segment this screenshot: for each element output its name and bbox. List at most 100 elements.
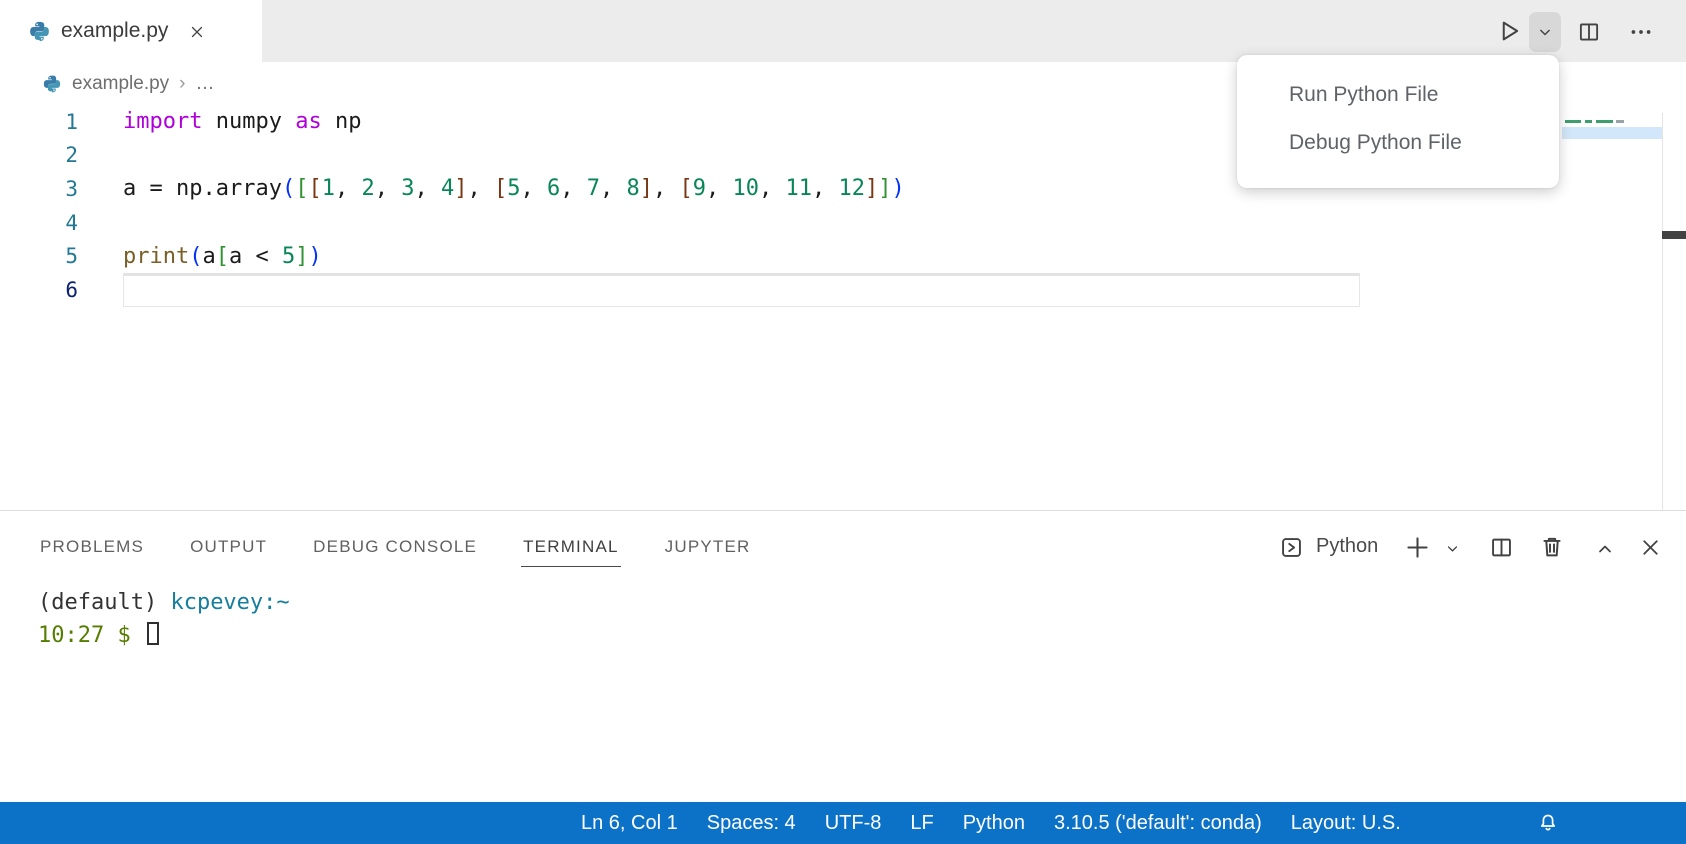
terminal-cursor: [147, 622, 159, 645]
code-token: ): [891, 176, 904, 201]
tab-example-py[interactable]: example.py: [0, 0, 262, 62]
terminal-profile-dropdown[interactable]: [1443, 539, 1462, 558]
minimap-code-mark: [1585, 120, 1592, 123]
code-token: 1: [322, 176, 335, 201]
panel-tab-jupyter[interactable]: JUPYTER: [663, 527, 753, 567]
code-token: ,: [375, 176, 402, 201]
code-token: ,: [600, 176, 627, 201]
run-menu-item[interactable]: Run Python File: [1237, 71, 1559, 119]
new-terminal-button[interactable]: [1403, 533, 1432, 562]
run-button[interactable]: [1495, 17, 1523, 45]
terminal-shell-label[interactable]: Python: [1316, 535, 1378, 558]
chevron-down-icon: [1443, 539, 1462, 558]
code-line[interactable]: 4: [0, 206, 1686, 240]
status-language-mode[interactable]: Python: [963, 812, 1025, 835]
breadcrumb: example.py › …: [42, 62, 215, 106]
split-terminal-icon: [1488, 534, 1515, 561]
chevron-down-icon: [1535, 22, 1555, 42]
code-token: ]: [295, 244, 308, 269]
run-menu-item[interactable]: Debug Python File: [1237, 119, 1559, 167]
notifications-bell-icon[interactable]: [1536, 811, 1560, 835]
terminal-text: 10:27 $: [38, 623, 144, 648]
maximize-panel-button[interactable]: [1593, 537, 1617, 561]
tab-label: example.py: [61, 19, 168, 43]
run-dropdown-toggle[interactable]: [1529, 12, 1561, 52]
status-indentation[interactable]: Spaces: 4: [707, 812, 796, 835]
close-icon: [1638, 535, 1663, 560]
status-eol[interactable]: LF: [910, 812, 933, 835]
code-token: ]: [878, 176, 891, 201]
scrollbar-border: [1662, 113, 1663, 510]
status-keyboard-layout[interactable]: Layout: U.S.: [1291, 812, 1401, 835]
code-token: ,: [653, 176, 680, 201]
code-token: 6: [547, 176, 560, 201]
ellipsis-icon: [1628, 19, 1654, 45]
kill-terminal-button[interactable]: [1538, 533, 1566, 561]
status-bar: Ln 6, Col 1 Spaces: 4 UTF-8 LF Python 3.10.5 …: [0, 802, 1686, 844]
code-token: print: [123, 244, 189, 269]
status-cursor-position[interactable]: Ln 6, Col 1: [581, 812, 678, 835]
code-token: ,: [560, 176, 587, 201]
code-token: 12: [838, 176, 865, 201]
plus-icon: [1403, 533, 1432, 562]
breadcrumb-file[interactable]: example.py: [72, 73, 169, 95]
line-number: 6: [0, 278, 78, 302]
more-actions-button[interactable]: [1628, 19, 1654, 45]
line-number: 5: [0, 244, 78, 268]
terminal-output[interactable]: (default) kcpevey:~10:27 $: [38, 590, 290, 654]
code-token: [: [308, 176, 321, 201]
code-token: (: [189, 244, 202, 269]
code-text: a = np.array([[1, 2, 3, 4], [5, 6, 7, 8]…: [123, 176, 905, 201]
terminal-shell-button[interactable]: [1278, 534, 1305, 561]
panel-divider[interactable]: [0, 510, 1686, 511]
line-number: 4: [0, 211, 78, 235]
minimap-viewport[interactable]: [1562, 127, 1662, 139]
panel-tab-output[interactable]: OUTPUT: [188, 527, 269, 567]
breadcrumb-more[interactable]: …: [196, 73, 215, 95]
code-token: np: [322, 109, 362, 134]
code-token: 7: [587, 176, 600, 201]
editor-tab-bar: example.py: [0, 0, 1686, 62]
status-encoding[interactable]: UTF-8: [825, 812, 882, 835]
code-token: ): [308, 244, 321, 269]
status-python-interpreter[interactable]: 3.10.5 ('default': conda): [1054, 812, 1262, 835]
split-editor-icon: [1576, 19, 1602, 45]
code-token: [: [494, 176, 507, 201]
panel-tabs: PROBLEMS OUTPUT DEBUG CONSOLE TERMINAL JUPYT…: [38, 524, 753, 570]
code-token: 5: [507, 176, 520, 201]
code-token: ,: [812, 176, 839, 201]
code-token: as: [295, 109, 322, 134]
code-token: 4: [441, 176, 454, 201]
code-text: import numpy as np: [123, 109, 361, 134]
chevron-up-icon: [1593, 537, 1617, 561]
code-token: 10: [732, 176, 759, 201]
code-token: 3: [401, 176, 414, 201]
code-line[interactable]: 6: [0, 273, 1686, 307]
minimap-code-mark: [1596, 120, 1613, 123]
line-number: 1: [0, 110, 78, 134]
code-token: a <: [229, 244, 282, 269]
split-editor-button[interactable]: [1576, 19, 1602, 45]
code-token: 11: [785, 176, 812, 201]
code-token: [: [679, 176, 692, 201]
panel-tab-debug-console[interactable]: DEBUG CONSOLE: [311, 527, 479, 567]
panel-tab-problems[interactable]: PROBLEMS: [38, 527, 146, 567]
close-icon[interactable]: [188, 23, 206, 41]
code-line[interactable]: 5 print(a[a < 5]): [0, 239, 1686, 273]
minimap-code-mark: [1616, 120, 1624, 123]
code-token: ,: [759, 176, 786, 201]
split-terminal-button[interactable]: [1488, 534, 1515, 561]
python-icon: [42, 74, 62, 94]
code-token: ,: [520, 176, 547, 201]
panel-tab-terminal[interactable]: TERMINAL: [521, 527, 621, 567]
line-number: 3: [0, 177, 78, 201]
terminal-line: 10:27 $: [38, 622, 290, 654]
code-text: print(a[a < 5]): [123, 244, 322, 269]
breadcrumb-separator: ›: [179, 73, 185, 95]
code-token: ]: [454, 176, 467, 201]
close-panel-button[interactable]: [1638, 535, 1663, 560]
code-token: (: [282, 176, 295, 201]
code-token: 9: [693, 176, 706, 201]
minimap-code-mark: [1565, 120, 1581, 123]
code-token: ,: [414, 176, 441, 201]
